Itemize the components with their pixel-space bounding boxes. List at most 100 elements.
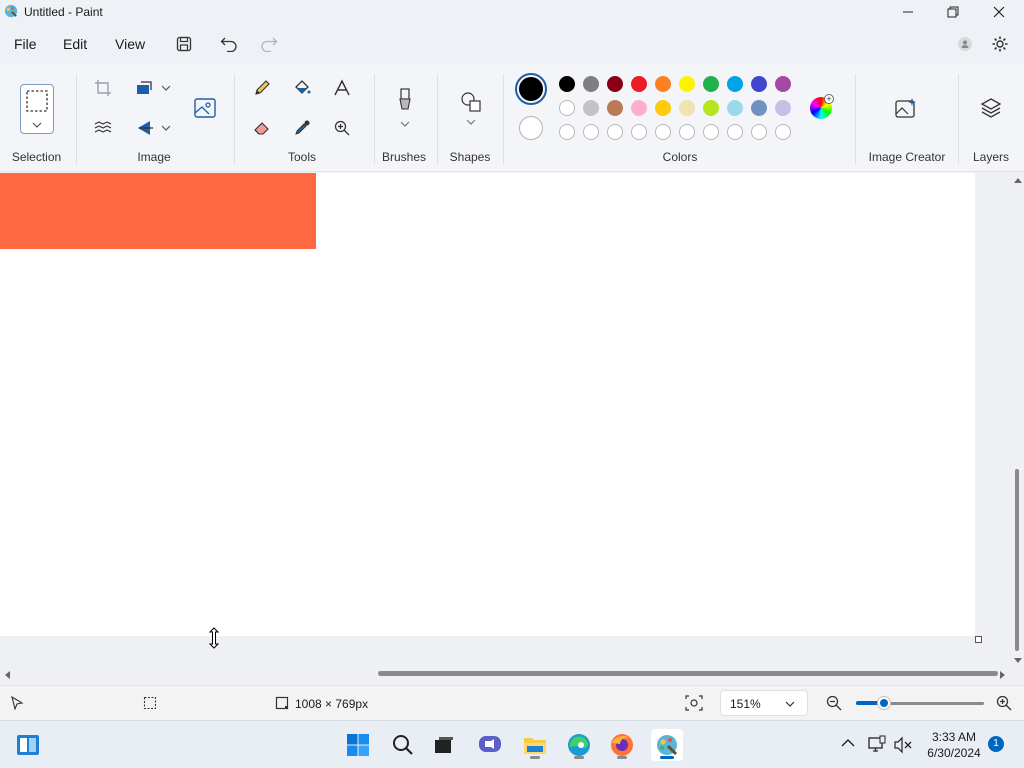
color-swatch[interactable] <box>607 76 623 92</box>
color-swatch[interactable] <box>583 100 599 116</box>
custom-color-slot[interactable] <box>655 124 671 140</box>
custom-color-slot[interactable] <box>679 124 695 140</box>
image-properties-button[interactable] <box>191 94 219 122</box>
primary-color-button[interactable] <box>515 73 547 105</box>
custom-color-slot[interactable] <box>607 124 623 140</box>
start-button[interactable] <box>342 729 374 761</box>
edge-button[interactable] <box>563 729 595 761</box>
flip-rotate-button[interactable] <box>131 114 159 142</box>
canvas-resize-handle[interactable] <box>975 636 982 643</box>
menu-edit[interactable]: Edit <box>63 36 87 52</box>
custom-color-slot[interactable] <box>727 124 743 140</box>
canvas-workspace <box>0 173 1024 685</box>
account-button[interactable] <box>952 32 978 56</box>
undo-button[interactable] <box>216 32 242 56</box>
save-button[interactable] <box>171 32 197 56</box>
scroll-down-arrow-icon[interactable] <box>1014 658 1022 664</box>
custom-color-slot[interactable] <box>559 124 575 140</box>
running-indicator <box>574 756 584 759</box>
volume-muted-icon[interactable] <box>894 736 912 754</box>
chevron-down-icon[interactable] <box>466 117 476 127</box>
drawing-canvas[interactable] <box>0 173 975 636</box>
menu-view[interactable]: View <box>115 36 145 52</box>
vertical-scroll-thumb[interactable] <box>1015 469 1019 651</box>
color-swatch[interactable] <box>679 76 695 92</box>
color-swatch[interactable] <box>727 100 743 116</box>
custom-color-slot[interactable] <box>751 124 767 140</box>
search-button[interactable] <box>387 729 419 761</box>
brushes-button[interactable] <box>391 86 419 114</box>
minimize-button[interactable] <box>885 0 931 24</box>
color-swatch[interactable] <box>703 100 719 116</box>
color-swatch[interactable] <box>559 76 575 92</box>
zoom-slider-thumb[interactable] <box>878 697 891 709</box>
scroll-up-arrow-icon[interactable] <box>1014 177 1022 183</box>
color-swatch[interactable] <box>583 76 599 92</box>
zoom-out-icon[interactable] <box>826 695 842 711</box>
widgets-button[interactable] <box>12 729 44 761</box>
fill-button[interactable] <box>288 74 316 102</box>
rectangle-select-icon <box>26 90 48 112</box>
paint-taskbar-button[interactable] <box>651 729 683 761</box>
color-swatch[interactable] <box>655 100 671 116</box>
custom-color-slot[interactable] <box>775 124 791 140</box>
system-clock[interactable]: 3:33 AM 6/30/2024 <box>916 729 992 761</box>
color-swatch[interactable] <box>631 100 647 116</box>
color-picker-button[interactable] <box>288 114 316 142</box>
color-swatch[interactable] <box>703 76 719 92</box>
zoom-in-icon[interactable] <box>996 695 1012 711</box>
secondary-color-button[interactable] <box>519 116 543 140</box>
color-swatch[interactable] <box>631 76 647 92</box>
vertical-scrollbar[interactable] <box>1012 173 1024 668</box>
horizontal-scroll-thumb[interactable] <box>378 671 998 676</box>
chevron-down-icon[interactable] <box>161 123 171 133</box>
notification-badge[interactable]: 1 <box>988 736 1004 752</box>
custom-color-slot[interactable] <box>631 124 647 140</box>
color-swatch[interactable] <box>679 100 695 116</box>
task-view-button[interactable] <box>428 729 460 761</box>
running-indicator <box>530 756 540 759</box>
firefox-button[interactable] <box>606 729 638 761</box>
pencil-button[interactable] <box>248 74 276 102</box>
network-icon[interactable] <box>868 735 886 753</box>
fit-to-window-icon[interactable] <box>685 695 703 711</box>
teams-button[interactable] <box>474 729 506 761</box>
scroll-left-arrow-icon[interactable] <box>4 671 10 679</box>
shapes-button[interactable] <box>457 88 485 116</box>
scroll-right-arrow-icon[interactable] <box>1000 671 1006 679</box>
color-swatch[interactable] <box>559 100 575 116</box>
settings-button[interactable] <box>987 32 1013 56</box>
custom-color-slot[interactable] <box>583 124 599 140</box>
color-swatch[interactable] <box>751 76 767 92</box>
menu-file[interactable]: File <box>14 36 37 52</box>
color-swatch[interactable] <box>655 76 671 92</box>
file-explorer-button[interactable] <box>519 729 551 761</box>
color-swatch[interactable] <box>775 100 791 116</box>
text-button[interactable] <box>328 74 356 102</box>
custom-color-slot[interactable] <box>703 124 719 140</box>
zoom-dropdown[interactable]: 151% <box>720 690 808 716</box>
color-swatch[interactable] <box>727 76 743 92</box>
selection-tool-button[interactable] <box>20 84 54 134</box>
ribbon-divider <box>958 74 959 164</box>
chevron-down-icon[interactable] <box>400 119 410 129</box>
chevron-down-icon[interactable] <box>161 83 171 93</box>
edit-colors-button[interactable]: + <box>810 94 834 121</box>
layers-button[interactable] <box>977 94 1005 122</box>
gear-icon <box>992 36 1008 52</box>
magnifier-button[interactable] <box>328 114 356 142</box>
redo-button[interactable] <box>256 32 282 56</box>
close-button[interactable] <box>976 0 1022 24</box>
restore-button[interactable] <box>930 0 976 24</box>
crop-button[interactable] <box>89 74 117 102</box>
eraser-button[interactable] <box>248 114 276 142</box>
color-swatch[interactable] <box>751 100 767 116</box>
color-swatch[interactable] <box>775 76 791 92</box>
color-swatch[interactable] <box>607 100 623 116</box>
select-all-transparent-button[interactable] <box>89 114 117 142</box>
ribbon-divider <box>234 74 235 164</box>
chevron-up-icon[interactable] <box>841 738 855 748</box>
resize-button[interactable] <box>131 74 159 102</box>
horizontal-scrollbar[interactable] <box>0 668 1012 680</box>
image-creator-button[interactable] <box>892 94 920 122</box>
